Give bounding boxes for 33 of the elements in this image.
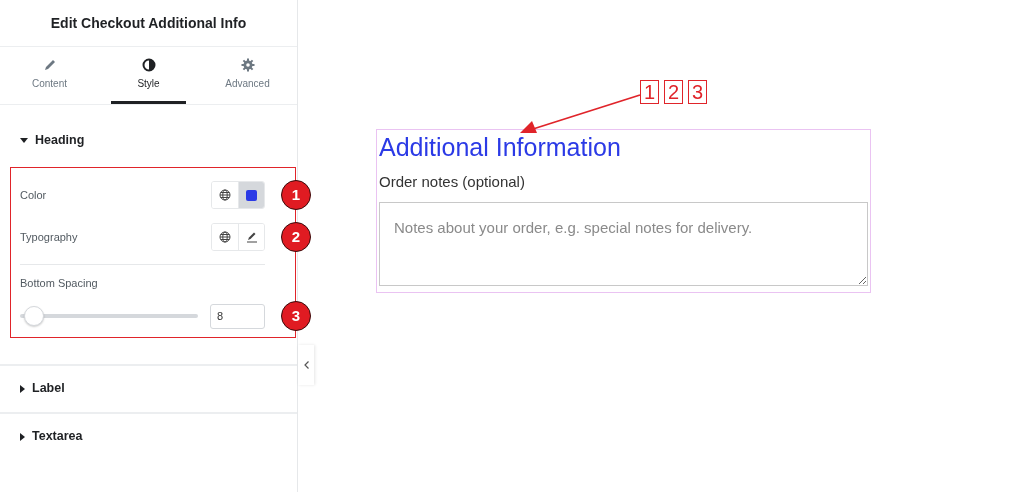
section-header[interactable]: Textarea <box>0 413 297 460</box>
number-field[interactable]: 8 <box>210 303 265 329</box>
pencil-icon <box>42 57 57 72</box>
step-label: 3 <box>688 80 707 104</box>
panel-title: Edit Checkout Additional Info <box>0 0 297 47</box>
caret-right-icon <box>20 432 25 441</box>
globe-icon <box>219 189 231 201</box>
step-badge: 3 <box>281 301 311 331</box>
caret-down-icon <box>20 137 28 143</box>
control-label: Typography <box>20 229 78 245</box>
control-label: Color <box>20 187 47 203</box>
globe-icon <box>219 231 231 243</box>
chevron-left-icon <box>303 361 309 369</box>
step-badge: 1 <box>281 180 311 210</box>
field-label: Order notes (optional) <box>379 172 526 193</box>
caret-right-icon <box>20 384 25 393</box>
contrast-icon <box>141 57 156 72</box>
tab[interactable]: Advanced <box>210 47 285 104</box>
gear-icon <box>240 57 255 72</box>
edit-button[interactable] <box>238 224 264 250</box>
step-label: 1 <box>640 80 659 104</box>
step-badge: 2 <box>281 222 311 252</box>
slider-handle[interactable] <box>24 306 45 326</box>
pencil-icon <box>245 231 258 243</box>
color-picker-button[interactable] <box>238 182 264 208</box>
tab[interactable]: Style <box>111 47 186 104</box>
section-header[interactable]: Label <box>0 365 297 412</box>
control-label: Bottom Spacing <box>20 276 99 291</box>
step-label: 2 <box>664 80 683 104</box>
tab[interactable]: Content <box>12 47 87 104</box>
preview-heading: Additional Information <box>379 132 622 163</box>
notes-field[interactable]: Notes about your order, e.g. special notes for delivery. <box>379 201 868 286</box>
section-header[interactable]: Heading <box>0 117 297 163</box>
